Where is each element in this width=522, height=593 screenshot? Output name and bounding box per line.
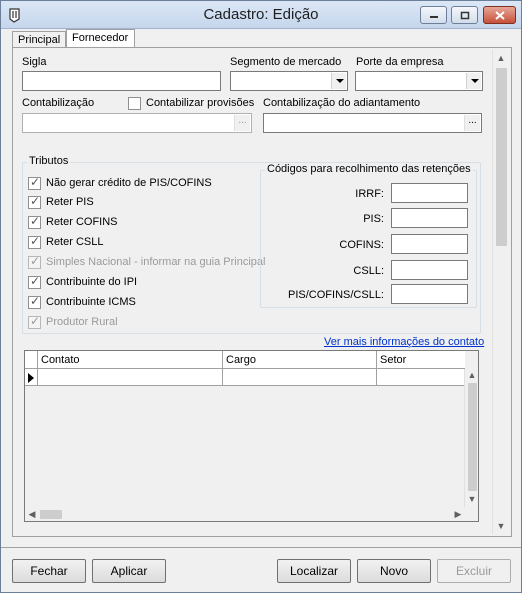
contabilizacao-lookup-button[interactable]: ...	[234, 115, 250, 131]
scroll-down-icon[interactable]: ▼	[465, 493, 478, 505]
contabilizar-provisoes-label: Contabilizar provisões	[146, 97, 255, 109]
close-button[interactable]	[483, 6, 516, 24]
contabilizar-provisoes-checkbox[interactable]	[128, 97, 141, 110]
row-selector-icon	[28, 373, 34, 383]
edit-window: Cadastro: Edição Principal Fornecedor Si…	[0, 0, 522, 593]
title-bar: Cadastro: Edição	[1, 1, 521, 29]
retencao-label: IRRF:	[355, 188, 384, 200]
adiantamento-lookup-button[interactable]: ...	[464, 115, 480, 131]
grid-vscroll-thumb[interactable]	[468, 383, 477, 491]
minimize-icon	[429, 16, 438, 18]
panel-vscroll-thumb[interactable]	[496, 68, 507, 246]
tributo-label: Simples Nacional - informar na guia Prin…	[46, 256, 266, 268]
retencao-label: PIS/COFINS/CSLL:	[288, 289, 384, 301]
panel-vertical-scrollbar[interactable]: ▲ ▼	[492, 50, 509, 534]
tributo-checkbox[interactable]	[28, 214, 41, 229]
tab-principal[interactable]: Principal	[12, 31, 66, 47]
restore-icon	[460, 11, 469, 19]
localizar-button[interactable]: Localizar	[277, 559, 351, 583]
scroll-down-icon[interactable]: ▼	[494, 520, 508, 532]
grid-header: Contato Cargo Setor	[25, 351, 465, 369]
contabilizacao-label: Contabilização	[22, 97, 95, 109]
adiantamento-input[interactable]: ...	[263, 113, 482, 133]
tributo-checkbox[interactable]	[28, 234, 41, 249]
fornecedor-panel: Sigla Segmento de mercado Porte da empre…	[12, 47, 512, 537]
tributo-checkbox[interactable]	[28, 254, 41, 269]
retencao-label: COFINS:	[339, 239, 384, 251]
novo-button[interactable]: Novo	[357, 559, 431, 583]
excluir-button[interactable]: Excluir	[437, 559, 511, 583]
close-icon	[494, 10, 505, 20]
retencoes-title: Códigos para recolhimento das retenções	[265, 163, 473, 175]
column-header-cargo[interactable]: Cargo	[222, 351, 376, 369]
tributo-label: Não gerar crédito de PIS/COFINS	[46, 177, 212, 189]
sigla-label: Sigla	[22, 56, 47, 68]
tributo-label: Reter CSLL	[46, 236, 104, 248]
button-bar-separator	[1, 547, 521, 548]
contabilizacao-input[interactable]: ...	[22, 113, 252, 133]
tributos-title: Tributos	[27, 155, 71, 167]
minimize-button[interactable]	[420, 6, 447, 24]
adiantamento-label: Contabilização do adiantamento	[263, 97, 421, 109]
maximize-button[interactable]	[451, 6, 478, 24]
retencao-input[interactable]	[391, 234, 468, 254]
tributo-label: Produtor Rural	[46, 316, 118, 328]
porte-label: Porte da empresa	[356, 56, 444, 68]
tributo-checkbox[interactable]	[28, 314, 41, 329]
contacts-grid: Contato Cargo Setor ▲ ▼ ◀ ▶	[24, 350, 479, 522]
grid-vertical-scrollbar[interactable]: ▲ ▼	[464, 369, 478, 507]
cell-contato[interactable]	[37, 369, 223, 386]
tab-fornecedor[interactable]: Fornecedor	[66, 29, 135, 48]
cell-cargo[interactable]	[222, 369, 376, 386]
segmento-select[interactable]	[230, 71, 348, 91]
chevron-down-icon[interactable]	[466, 73, 481, 89]
retencao-input[interactable]	[391, 208, 468, 228]
retencao-input[interactable]	[391, 284, 468, 304]
column-header-setor[interactable]: Setor	[376, 351, 465, 369]
retencao-label: CSLL:	[353, 265, 384, 277]
grid-horizontal-scrollbar[interactable]: ◀ ▶	[25, 507, 465, 521]
scroll-left-icon[interactable]: ◀	[25, 508, 39, 520]
porte-select[interactable]	[355, 71, 483, 91]
aplicar-button[interactable]: Aplicar	[92, 559, 166, 583]
chevron-down-icon[interactable]	[331, 73, 346, 89]
tributo-label: Contribuinte do IPI	[46, 276, 138, 288]
tributo-checkbox[interactable]	[28, 294, 41, 309]
grid-hscroll-thumb[interactable]	[40, 510, 62, 519]
scroll-right-icon[interactable]: ▶	[451, 508, 465, 520]
tributo-label: Reter PIS	[46, 196, 94, 208]
column-header-contato[interactable]: Contato	[37, 351, 223, 369]
tributo-checkbox[interactable]	[28, 194, 41, 209]
fechar-button[interactable]: Fechar	[12, 559, 86, 583]
retencao-input[interactable]	[391, 183, 468, 203]
tributo-label: Contribuinte ICMS	[46, 296, 136, 308]
retencao-label: PIS:	[363, 213, 384, 225]
scroll-up-icon[interactable]: ▲	[494, 52, 508, 64]
tributo-checkbox[interactable]	[28, 274, 41, 289]
sigla-input[interactable]	[22, 71, 221, 91]
tributo-label: Reter COFINS	[46, 216, 118, 228]
cell-setor[interactable]	[376, 369, 465, 386]
scroll-up-icon[interactable]: ▲	[465, 369, 478, 381]
segmento-label: Segmento de mercado	[230, 56, 342, 68]
table-row[interactable]	[25, 369, 465, 386]
more-contact-info-link[interactable]: Ver mais informações do contato	[324, 336, 484, 348]
tributo-checkbox[interactable]	[28, 175, 41, 190]
retencao-input[interactable]	[391, 260, 468, 280]
